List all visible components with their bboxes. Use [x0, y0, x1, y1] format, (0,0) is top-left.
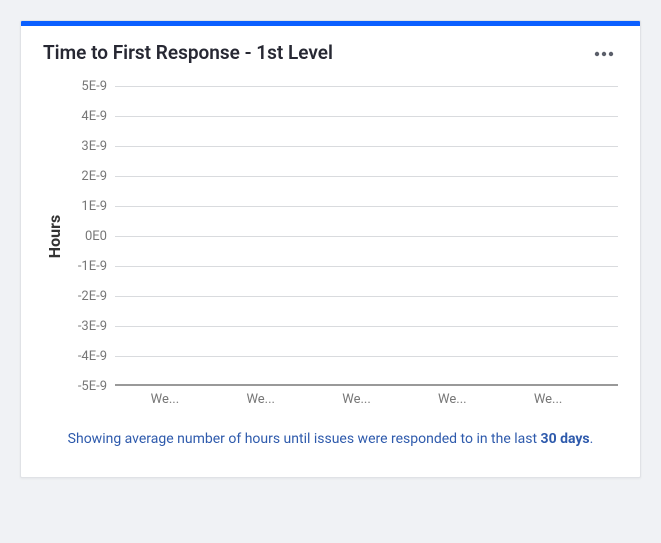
y-tick-column: 5E-9 4E-9 3E-9 2E-9 1E-9 0E0 -1E-9 -2E-9… [67, 86, 115, 386]
y-axis-label: Hours [43, 86, 67, 386]
gridline [115, 146, 618, 147]
footer-text-emphasis: 30 days [541, 431, 590, 447]
gridline [115, 176, 618, 177]
gridline [115, 116, 618, 117]
x-tick: We... [151, 392, 180, 407]
gridline [115, 296, 618, 297]
x-tick-row: We... We... We... We... We... [43, 392, 618, 407]
gridline [115, 86, 618, 87]
gridline [115, 326, 618, 327]
card-header: Time to First Response - 1st Level [21, 26, 640, 72]
footer-text-suffix: . [590, 431, 594, 447]
gridline [115, 206, 618, 207]
plot-region [115, 86, 618, 386]
y-axis-label-text: Hours [46, 214, 65, 257]
chart-footer: Showing average number of hours until is… [21, 413, 640, 477]
x-axis-line [115, 384, 618, 386]
x-tick: We... [246, 392, 275, 407]
chart-area: Hours 5E-9 4E-9 3E-9 2E-9 1E-9 0E0 -1E-9… [21, 72, 640, 413]
footer-text-prefix: Showing average number of hours until is… [68, 431, 541, 447]
x-tick: We... [342, 392, 371, 407]
gridline [115, 266, 618, 267]
gridline [115, 236, 618, 237]
card-title: Time to First Response - 1st Level [43, 41, 333, 64]
chart-inner: Hours 5E-9 4E-9 3E-9 2E-9 1E-9 0E0 -1E-9… [43, 86, 618, 386]
x-tick: We... [438, 392, 467, 407]
more-options-icon[interactable] [590, 40, 618, 64]
x-tick: We... [534, 392, 563, 407]
chart-card: Time to First Response - 1st Level Hours… [20, 20, 641, 478]
gridline [115, 356, 618, 357]
